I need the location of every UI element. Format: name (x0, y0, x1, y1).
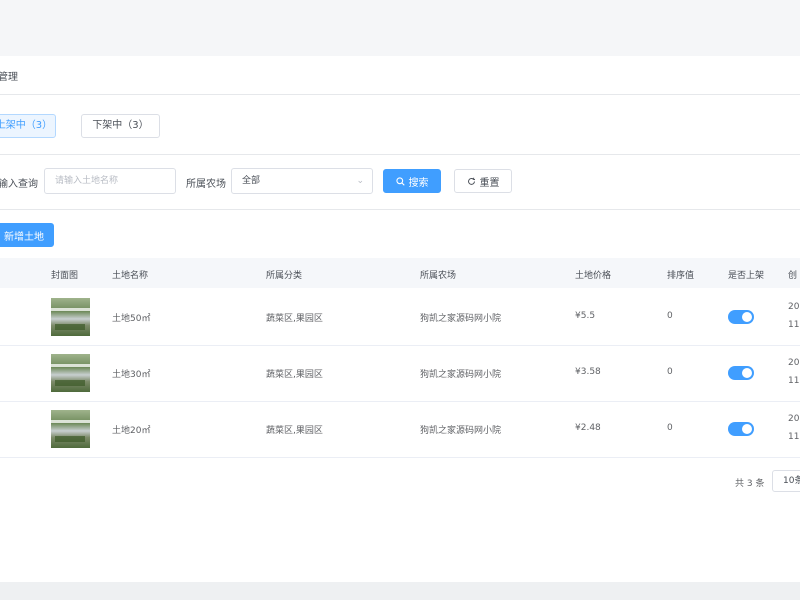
land-price: ¥2.48 (575, 423, 601, 433)
toggle-knob (742, 424, 752, 434)
page-size-select[interactable]: 10条 (772, 470, 800, 492)
listed-toggle[interactable] (728, 310, 754, 324)
reset-button[interactable]: 重置 (454, 169, 512, 193)
table-header: 封面图 土地名称 所属分类 所属农场 土地价格 排序值 是否上架 创 (0, 258, 800, 288)
toggle-knob (742, 368, 752, 378)
divider (0, 94, 800, 95)
tab-on-sale[interactable]: 上架中（3） (0, 114, 56, 138)
land-category: 蔬菜区,果园区 (266, 314, 323, 324)
land-farm: 狗凯之家源码网小院 (420, 370, 502, 380)
add-land-button-label: 新增土地 (4, 231, 44, 243)
land-category: 蔬菜区,果园区 (266, 426, 323, 436)
toggle-knob (742, 312, 752, 322)
land-category: 蔬菜区,果园区 (266, 370, 323, 380)
column-header: 封面图 (51, 271, 79, 281)
created-time: 11 (788, 376, 800, 386)
pagination-total: 共 3 条 (735, 479, 765, 489)
table-row: 土地50㎡ 蔬菜区,果园区 狗凯之家源码网小院 ¥5.5 0 20 11 (0, 289, 800, 346)
search-icon (395, 176, 405, 186)
column-header: 所属农场 (420, 271, 457, 281)
column-header: 是否上架 (728, 271, 765, 281)
divider (0, 209, 800, 210)
created-time: 11 (788, 432, 800, 442)
search-button-label: 搜索 (408, 177, 429, 189)
tab-off-sale-label: 下架中（3） (92, 120, 149, 131)
land-sort-value: 0 (667, 311, 673, 321)
land-name: 土地50㎡ (112, 314, 151, 324)
farm-select[interactable]: 全部 ⌄ (231, 168, 373, 194)
column-header: 排序值 (667, 271, 695, 281)
farm-select-value: 全部 (242, 176, 261, 186)
tab-on-sale-label: 上架中（3） (0, 120, 53, 131)
listed-toggle[interactable] (728, 422, 754, 436)
refresh-icon (467, 177, 475, 185)
column-header: 创 (788, 271, 798, 281)
content-card: 管理 上架中（3） 下架中（3） 输入查询 请输入土地名称 所属农场 全部 ⌄ … (0, 56, 800, 582)
farm-filter-label: 所属农场 (186, 179, 226, 190)
land-name: 土地20㎡ (112, 426, 151, 436)
column-header: 所属分类 (266, 271, 303, 281)
land-cover-image[interactable] (51, 298, 90, 336)
page-title: 管理 (0, 72, 18, 83)
land-name: 土地30㎡ (112, 370, 151, 380)
chevron-down-icon: ⌄ (356, 176, 364, 186)
created-date: 20 (788, 414, 800, 424)
name-filter-label: 输入查询 (0, 179, 38, 190)
footer-bar (0, 582, 800, 600)
land-name-placeholder: 请输入土地名称 (55, 176, 119, 186)
created-time: 11 (788, 320, 800, 330)
land-cover-image[interactable] (51, 410, 90, 448)
table-row: 土地20㎡ 蔬菜区,果园区 狗凯之家源码网小院 ¥2.48 0 20 11 (0, 401, 800, 458)
land-price: ¥5.5 (575, 311, 596, 321)
add-land-button[interactable]: 新增土地 (0, 223, 54, 247)
column-header: 土地价格 (575, 271, 612, 281)
column-header: 土地名称 (112, 271, 149, 281)
created-date: 20 (788, 302, 800, 312)
land-price: ¥3.58 (575, 367, 601, 377)
reset-button-label: 重置 (479, 177, 500, 189)
tab-off-sale[interactable]: 下架中（3） (81, 114, 160, 138)
land-sort-value: 0 (667, 367, 673, 377)
created-date: 20 (788, 358, 800, 368)
page-size-value: 10条 (783, 476, 800, 486)
land-cover-image[interactable] (51, 354, 90, 392)
land-sort-value: 0 (667, 423, 673, 433)
land-farm: 狗凯之家源码网小院 (420, 314, 502, 324)
table-row: 土地30㎡ 蔬菜区,果园区 狗凯之家源码网小院 ¥3.58 0 20 11 (0, 345, 800, 402)
divider (0, 154, 800, 155)
land-farm: 狗凯之家源码网小院 (420, 426, 502, 436)
land-name-input[interactable]: 请输入土地名称 (44, 168, 176, 194)
search-button[interactable]: 搜索 (383, 169, 441, 193)
listed-toggle[interactable] (728, 366, 754, 380)
